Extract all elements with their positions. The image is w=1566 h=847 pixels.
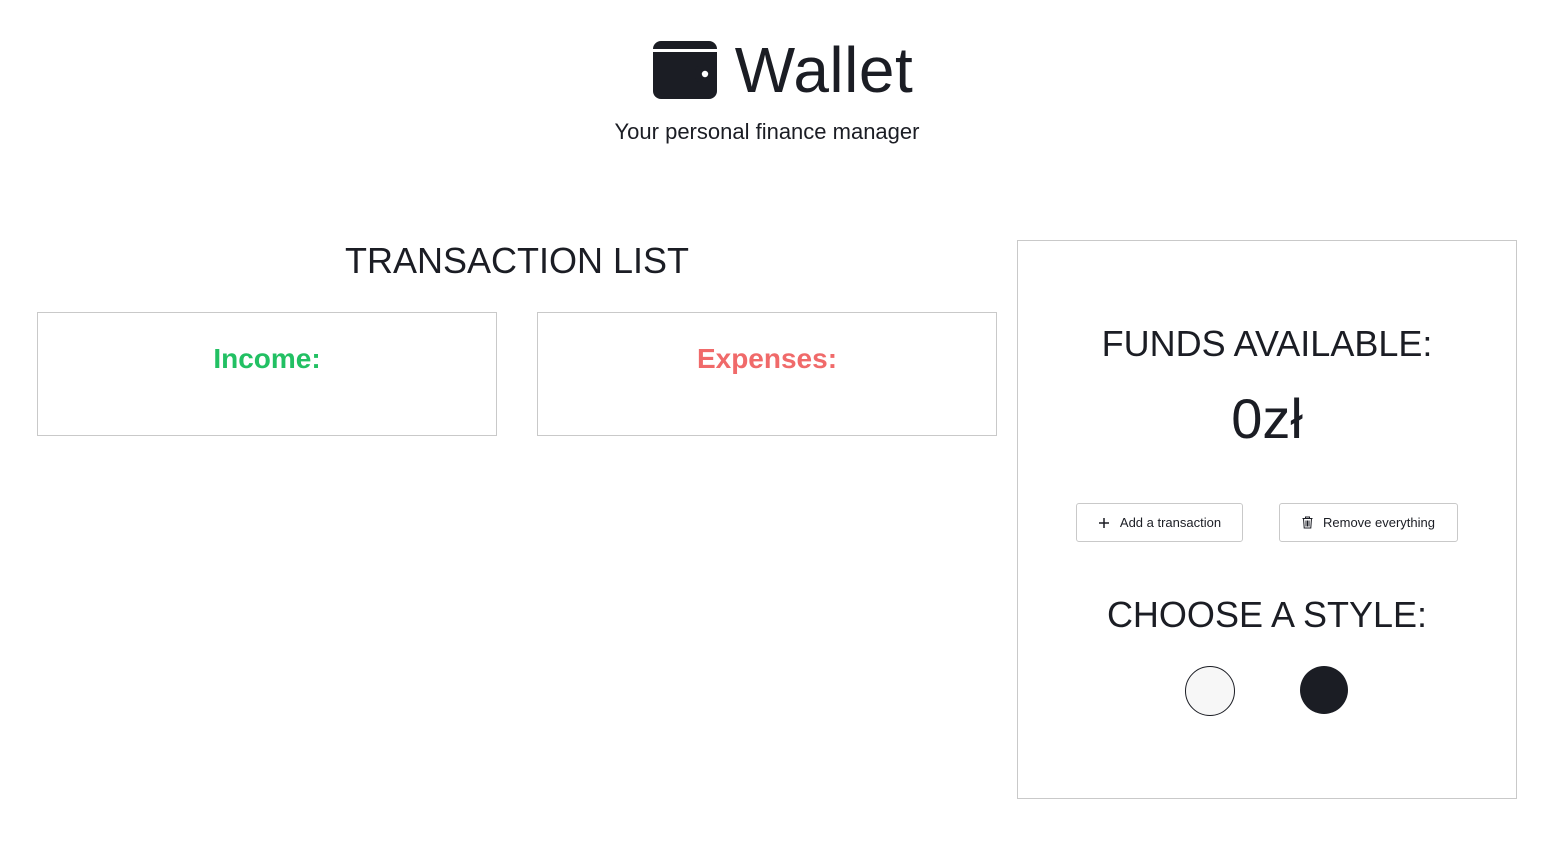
title-row: Wallet xyxy=(0,33,1566,107)
income-label: Income: xyxy=(213,343,321,374)
wallet-icon xyxy=(652,41,717,99)
light-style-swatch[interactable] xyxy=(1185,666,1235,716)
choose-style-label: CHOOSE A STYLE: xyxy=(1106,594,1428,635)
expenses-panel: Expenses: xyxy=(537,312,997,436)
funds-available-label: FUNDS AVAILABLE: xyxy=(1101,323,1433,364)
add-transaction-label: Add a transaction xyxy=(1119,515,1222,530)
remove-everything-label: Remove everything xyxy=(1323,515,1435,530)
expenses-label: Expenses: xyxy=(696,343,838,374)
add-transaction-button[interactable]: Add a transaction xyxy=(1076,503,1243,542)
remove-everything-button[interactable]: Remove everything xyxy=(1279,503,1458,542)
transaction-list-heading: TRANSACTION LIST xyxy=(344,240,690,281)
funds-available-value: 0zł xyxy=(1231,387,1303,450)
dark-style-swatch[interactable] xyxy=(1300,666,1348,714)
app-title: Wallet xyxy=(734,34,914,106)
trash-icon xyxy=(1302,516,1313,529)
income-panel: Income: xyxy=(37,312,497,436)
plus-icon xyxy=(1098,517,1109,528)
app-subtitle: Your personal finance manager xyxy=(614,119,920,144)
summary-panel: FUNDS AVAILABLE: 0zł Add a transaction R… xyxy=(1017,240,1517,799)
